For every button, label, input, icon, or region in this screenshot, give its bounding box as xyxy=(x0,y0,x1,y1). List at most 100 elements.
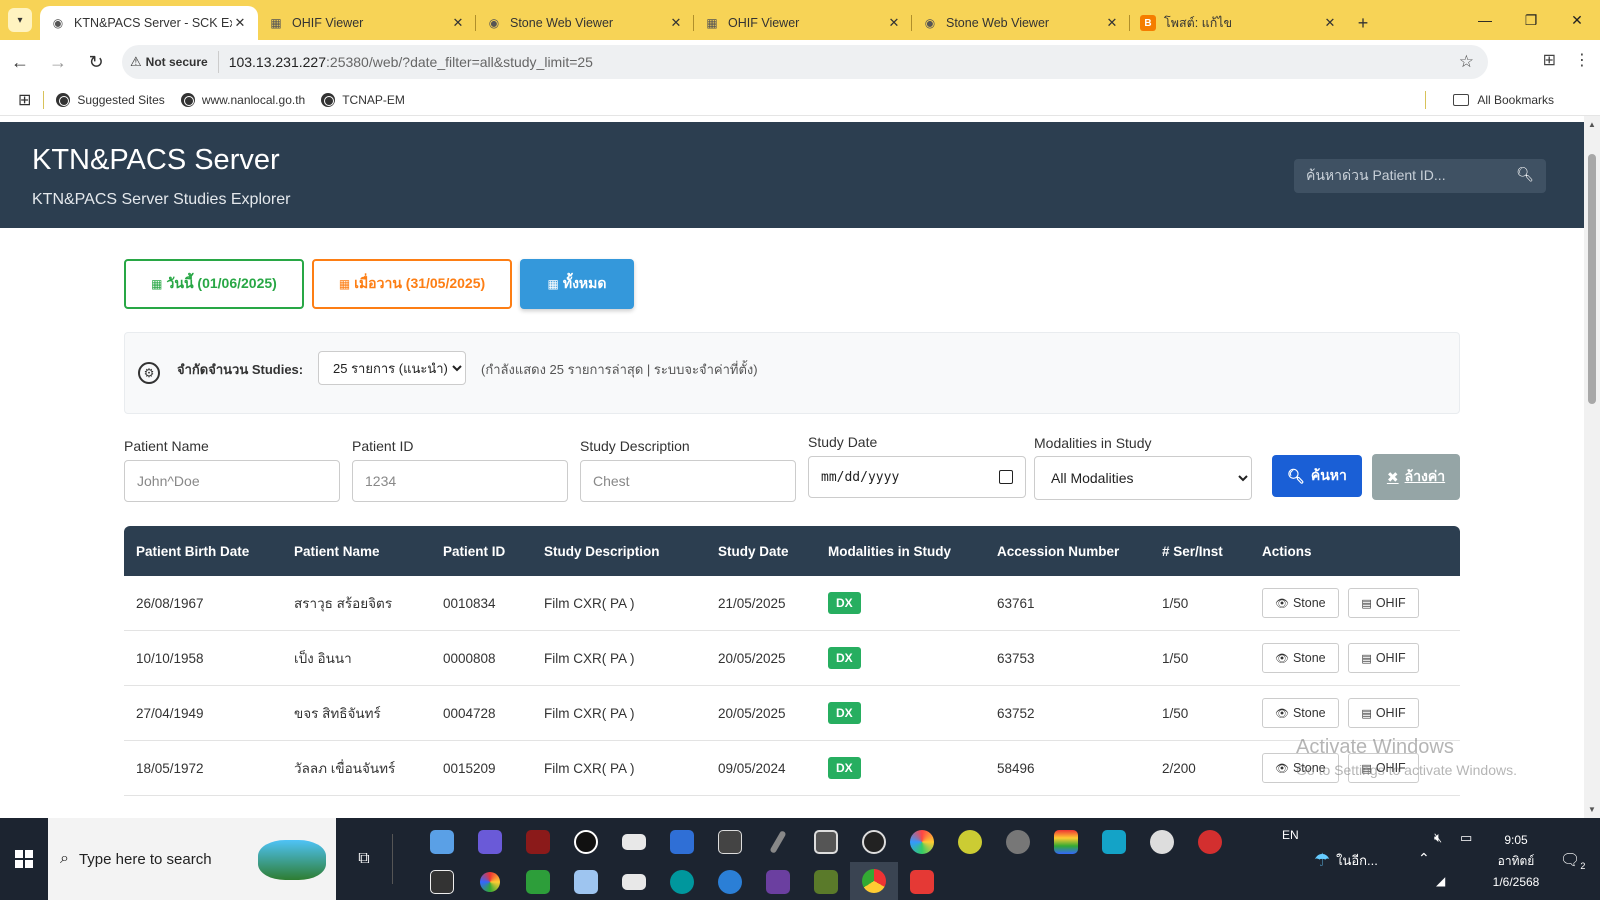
bookmark-nanlocal[interactable]: www.nanlocal.go.th xyxy=(180,92,305,107)
app-icon[interactable] xyxy=(706,862,754,900)
table-row[interactable]: 18/05/1972 วัลลภ เขื่อนจันทร์ 0015209 Fi… xyxy=(124,741,1460,796)
taskbar-search[interactable]: ⌕ Type here to search xyxy=(48,818,336,900)
quick-search-input[interactable]: ค้นหาด่วน Patient ID... 🔍︎ xyxy=(1294,159,1546,193)
app-icon[interactable] xyxy=(898,822,946,862)
tab-2[interactable]: ◉ Stone Web Viewer ✕ xyxy=(476,6,694,40)
app-icon[interactable] xyxy=(754,862,802,900)
search-button[interactable]: 🔍︎ ค้นหา xyxy=(1272,455,1362,497)
back-arrow-icon[interactable]: ← xyxy=(2,44,38,80)
app-icon[interactable] xyxy=(466,862,514,900)
battery-icon[interactable]: ▭ xyxy=(1460,830,1472,846)
app-icon[interactable] xyxy=(754,822,802,862)
app-icon[interactable] xyxy=(610,862,658,900)
task-view-icon[interactable]: ⧉ xyxy=(336,818,392,900)
app-icon[interactable] xyxy=(802,822,850,862)
start-button[interactable] xyxy=(0,818,48,900)
table-row-partial[interactable] xyxy=(124,796,1460,818)
study-limit-select[interactable]: 25 รายการ (แนะนำ) xyxy=(318,351,466,385)
column-header[interactable]: Study Date xyxy=(706,544,816,559)
table-row[interactable]: 27/04/1949 ขจร สิทธิจันทร์ 0004728 Film … xyxy=(124,686,1460,741)
table-row[interactable]: 10/10/1958 เป็ง อินนา 0000808 Film CXR( … xyxy=(124,631,1460,686)
ohif-button[interactable]: ▤ OHIF xyxy=(1348,698,1419,728)
extensions-icon[interactable]: ⊞ xyxy=(1543,50,1556,70)
app-icon[interactable] xyxy=(514,822,562,862)
app-icon[interactable] xyxy=(466,822,514,862)
app-icon[interactable] xyxy=(562,862,610,900)
chrome-app-icon[interactable] xyxy=(850,862,898,900)
notification-icon[interactable]: 🗨︎2 xyxy=(1560,850,1585,871)
app-icon[interactable] xyxy=(802,862,850,900)
scroll-thumb[interactable] xyxy=(1588,154,1596,404)
table-row[interactable]: 26/08/1967 สราวุธ สร้อยจิตร 0010834 Film… xyxy=(124,576,1460,631)
address-bar[interactable]: ⚠ Not secure 103.13.231.227:25380/web/?d… xyxy=(122,45,1488,79)
chevron-up-icon[interactable]: ⌃ xyxy=(1418,850,1430,867)
forward-arrow-icon[interactable]: → xyxy=(40,44,76,80)
column-header[interactable]: Patient Birth Date xyxy=(124,544,282,559)
calendar-icon[interactable] xyxy=(999,470,1013,484)
column-header[interactable]: Patient ID xyxy=(431,544,532,559)
clock[interactable]: 9:05 อาทิตย์ 1/6/2568 xyxy=(1476,830,1556,893)
tab-search-button[interactable]: ▾ xyxy=(8,8,32,32)
close-icon[interactable]: ✕ xyxy=(1322,15,1338,31)
stone-button[interactable]: 👁︎ Stone xyxy=(1262,588,1339,618)
app-icon[interactable] xyxy=(1090,822,1138,862)
patient-id-input[interactable] xyxy=(352,460,568,502)
volume-muted-icon[interactable]: 🔇︎ xyxy=(1434,830,1442,846)
security-indicator[interactable]: ⚠ Not secure xyxy=(130,51,219,73)
patient-name-input[interactable] xyxy=(124,460,340,502)
yesterday-filter-button[interactable]: ▦ เมื่อวาน (31/05/2025) xyxy=(312,259,512,309)
weather-widget[interactable]: ☂ ในอีก... xyxy=(1314,850,1378,871)
all-bookmarks-button[interactable]: All Bookmarks xyxy=(1453,93,1554,107)
apps-grid-icon[interactable]: ⊞ xyxy=(18,90,31,110)
close-icon[interactable]: ✕ xyxy=(668,15,684,31)
ohif-button[interactable]: ▤ OHIF xyxy=(1348,643,1419,673)
app-icon[interactable] xyxy=(994,822,1042,862)
scroll-down-icon[interactable]: ▼ xyxy=(1584,805,1600,814)
ohif-button[interactable]: ▤ OHIF xyxy=(1348,588,1419,618)
today-filter-button[interactable]: ▦ วันนี้ (01/06/2025) xyxy=(124,259,304,309)
app-icon[interactable] xyxy=(898,862,946,900)
modalities-select[interactable]: All Modalities xyxy=(1034,456,1252,500)
wifi-icon[interactable]: ◢ xyxy=(1436,874,1445,888)
scroll-up-icon[interactable]: ▲ xyxy=(1584,120,1600,129)
close-icon[interactable]: ✕ xyxy=(232,15,248,31)
search-icon[interactable]: 🔍︎ xyxy=(1516,166,1534,183)
app-icon[interactable] xyxy=(946,822,994,862)
stone-button[interactable]: 👁︎ Stone xyxy=(1262,698,1339,728)
app-icon[interactable] xyxy=(1138,822,1186,862)
app-icon[interactable] xyxy=(658,822,706,862)
app-icon[interactable] xyxy=(658,862,706,900)
bookmark-star-icon[interactable]: ☆ xyxy=(1459,52,1474,72)
app-icon[interactable] xyxy=(850,822,898,862)
language-indicator[interactable]: EN xyxy=(1282,828,1299,842)
column-header[interactable]: Accession Number xyxy=(985,544,1150,559)
column-header[interactable]: Study Description xyxy=(532,544,706,559)
column-header[interactable]: Modalities in Study xyxy=(816,544,985,559)
tab-4[interactable]: ◉ Stone Web Viewer ✕ xyxy=(912,6,1130,40)
app-icon[interactable] xyxy=(610,822,658,862)
app-icon[interactable] xyxy=(1042,822,1090,862)
tab-3[interactable]: ▦ OHIF Viewer ✕ xyxy=(694,6,912,40)
app-icon[interactable] xyxy=(514,862,562,900)
all-filter-button[interactable]: ▦ ทั้งหมด xyxy=(520,259,634,309)
close-icon[interactable]: ✕ xyxy=(450,15,466,31)
bookmark-suggested-sites[interactable]: Suggested Sites xyxy=(56,92,165,107)
column-header[interactable]: # Ser/Inst xyxy=(1150,544,1250,559)
menu-icon[interactable]: ⋮ xyxy=(1574,50,1590,70)
app-icon[interactable] xyxy=(562,822,610,862)
new-tab-button[interactable]: + xyxy=(1348,6,1378,40)
stone-button[interactable]: 👁︎ Stone xyxy=(1262,643,1339,673)
app-icon[interactable] xyxy=(706,822,754,862)
page-scrollbar[interactable]: ▲ ▼ xyxy=(1584,116,1600,818)
restore-icon[interactable]: ❐ xyxy=(1508,0,1554,40)
tab-5[interactable]: B โพสต์: แก้ไข ✕ xyxy=(1130,6,1348,40)
study-date-input[interactable]: mm/dd/yyyy xyxy=(808,456,1026,498)
app-icon[interactable] xyxy=(418,862,466,900)
close-window-icon[interactable]: ✕ xyxy=(1554,0,1600,40)
column-header[interactable]: Patient Name xyxy=(282,544,431,559)
app-icon[interactable] xyxy=(1186,822,1234,862)
tab-1[interactable]: ▦ OHIF Viewer ✕ xyxy=(258,6,476,40)
close-icon[interactable]: ✕ xyxy=(1104,15,1120,31)
minimize-icon[interactable]: — xyxy=(1462,0,1508,40)
reload-icon[interactable]: ↻ xyxy=(78,44,114,80)
